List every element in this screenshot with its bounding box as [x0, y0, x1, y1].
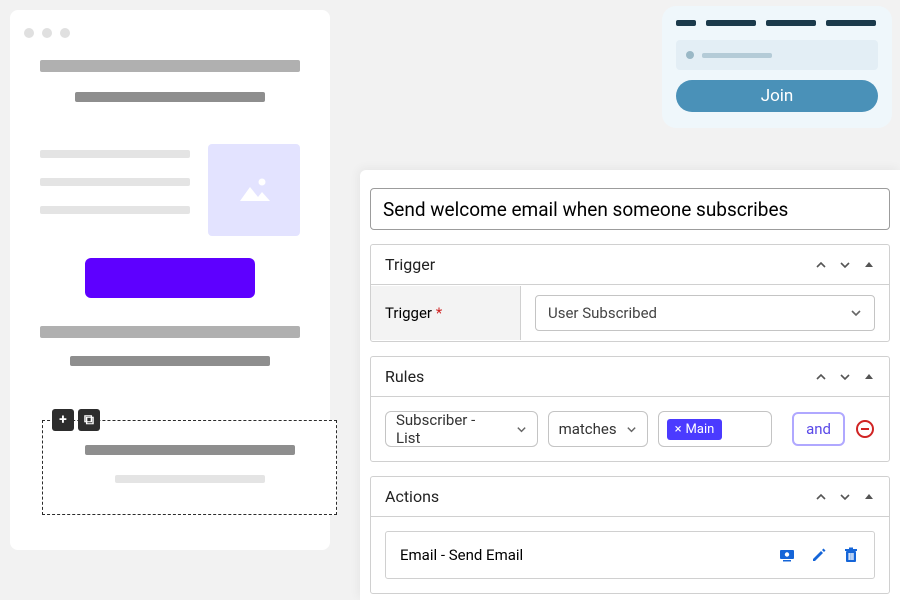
- move-down-icon[interactable]: [839, 491, 851, 503]
- subheading-placeholder: [75, 92, 265, 102]
- tag-remove-icon[interactable]: ×: [675, 422, 682, 437]
- trigger-section: Trigger Trigger * User Subscribed: [370, 244, 890, 342]
- rule-value-input[interactable]: ×Main: [658, 411, 773, 447]
- action-item: Email - Send Email: [385, 531, 875, 579]
- window-dot-icon: [60, 28, 70, 38]
- cta-button-placeholder: [85, 258, 255, 298]
- edit-action-icon[interactable]: [810, 546, 828, 564]
- image-placeholder: [208, 144, 300, 236]
- block-toolbar: + ⧉: [52, 409, 100, 431]
- trigger-field-label: Trigger *: [371, 286, 521, 340]
- move-down-icon[interactable]: [839, 371, 851, 383]
- actions-section: Actions Email - Send Email: [370, 476, 890, 594]
- section-heading: Actions: [385, 487, 439, 506]
- window-dots: [10, 28, 330, 38]
- rule-field-select[interactable]: Subscriber - List: [385, 411, 538, 447]
- rules-section: Rules Subscriber - List matches a ×Main: [370, 356, 890, 462]
- value-tag[interactable]: ×Main: [667, 419, 723, 440]
- section-heading: Rules: [385, 367, 424, 386]
- window-dot-icon: [42, 28, 52, 38]
- automation-title-input[interactable]: [370, 188, 890, 230]
- widget-skeleton: [676, 20, 878, 26]
- move-up-icon[interactable]: [815, 259, 827, 271]
- move-down-icon[interactable]: [839, 259, 851, 271]
- add-block-button[interactable]: +: [52, 409, 74, 431]
- chevron-down-icon: [626, 424, 637, 435]
- chevron-down-icon: [516, 424, 527, 435]
- subheading-placeholder: [70, 356, 270, 366]
- text-placeholder: [40, 206, 190, 214]
- rule-operator-select[interactable]: matches a: [548, 411, 648, 447]
- preview-action-icon[interactable]: [778, 546, 796, 564]
- heading-placeholder: [40, 326, 300, 338]
- delete-action-icon[interactable]: [842, 546, 860, 564]
- heading-placeholder: [40, 60, 300, 72]
- email-input-placeholder[interactable]: [676, 40, 878, 70]
- collapse-icon[interactable]: [863, 491, 875, 503]
- remove-rule-icon[interactable]: [855, 419, 875, 439]
- text-placeholder: [115, 475, 265, 483]
- signup-widget: Join: [662, 6, 892, 128]
- text-placeholder: [40, 178, 190, 186]
- boolean-toggle[interactable]: and: [792, 412, 845, 446]
- text-placeholder: [85, 445, 295, 455]
- section-heading: Trigger: [385, 255, 435, 274]
- window-dot-icon: [24, 28, 34, 38]
- trigger-select[interactable]: User Subscribed: [535, 295, 875, 331]
- collapse-icon[interactable]: [863, 259, 875, 271]
- move-up-icon[interactable]: [815, 371, 827, 383]
- action-label: Email - Send Email: [400, 546, 523, 564]
- duplicate-block-button[interactable]: ⧉: [78, 409, 100, 431]
- move-up-icon[interactable]: [815, 491, 827, 503]
- collapse-icon[interactable]: [863, 371, 875, 383]
- automation-panel: Trigger Trigger * User Subscribed: [360, 170, 900, 600]
- text-placeholder: [40, 150, 190, 158]
- join-button[interactable]: Join: [676, 80, 878, 112]
- editor-dropzone[interactable]: [42, 420, 337, 515]
- chevron-down-icon: [850, 307, 862, 319]
